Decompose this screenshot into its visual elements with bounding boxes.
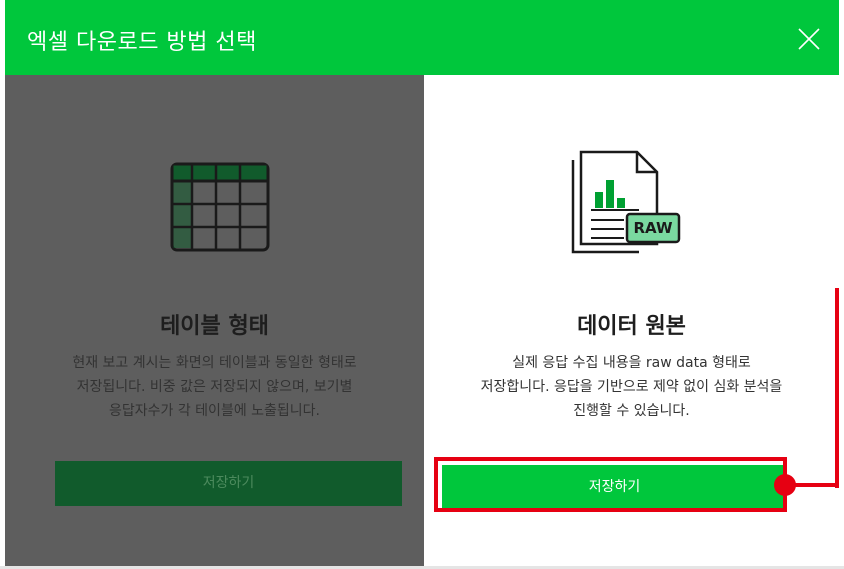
option-raw-description: 실제 응답 수집 내용을 raw data 형태로 저장합니다. 응답을 기반으… [424, 351, 839, 423]
annotation-dot [774, 474, 796, 496]
option-table-title: 테이블 형태 [160, 314, 269, 339]
raw-badge-label: RAW [633, 219, 673, 237]
highlight-box [434, 457, 787, 512]
desc-line: 실제 응답 수집 내용을 raw data 형태로 [512, 355, 751, 371]
option-table-panel[interactable]: 테이블 형태 현재 보고 계시는 화면의 테이블과 동일한 형태로 저장됩니다.… [5, 75, 424, 569]
desc-line: 현재 보고 계시는 화면의 테이블과 동일한 형태로 [72, 355, 357, 371]
raw-document-icon: RAW [569, 150, 684, 264]
desc-line: 진행할 수 있습니다. [573, 403, 690, 419]
desc-line: 응답자수가 각 테이블에 노출됩니다. [109, 403, 320, 419]
annotation-line [835, 288, 839, 488]
option-table-description: 현재 보고 계시는 화면의 테이블과 동일한 형태로 저장됩니다. 비중 값은 … [5, 351, 424, 423]
desc-line: 저장됩니다. 비중 값은 저장되지 않으며, 보기별 [76, 379, 353, 395]
dialog-header: 엑셀 다운로드 방법 선택 [5, 0, 839, 75]
close-icon[interactable] [797, 27, 821, 51]
desc-line: 저장합니다. 응답을 기반으로 제약 없이 심화 분석을 [480, 379, 783, 395]
option-raw-title: 데이터 원본 [577, 314, 686, 339]
save-table-button[interactable]: 저장하기 [55, 461, 402, 506]
dialog-title: 엑셀 다운로드 방법 선택 [27, 30, 257, 55]
table-icon [170, 162, 270, 256]
